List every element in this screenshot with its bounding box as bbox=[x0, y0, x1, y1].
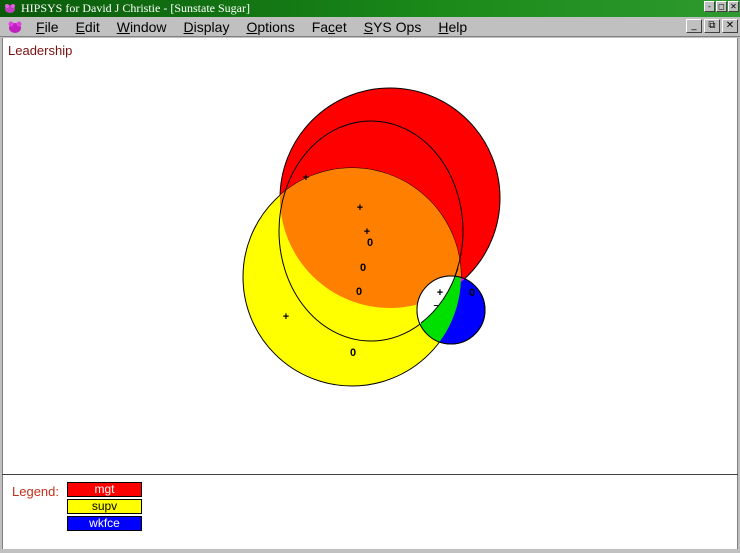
legend-item-supv: supv bbox=[67, 499, 142, 514]
menu-help[interactable]: Help bbox=[430, 19, 476, 35]
mark-overlap-zero-1: 0 bbox=[367, 237, 373, 249]
document-minimize-button[interactable]: _ bbox=[686, 19, 702, 33]
title-controls: - ◻ ✕ bbox=[704, 1, 739, 12]
title-bar[interactable]: HIPSYS for David J Christie - [Sunstate … bbox=[0, 0, 740, 17]
window-bottom-border bbox=[0, 549, 740, 553]
mark-overlap-zero-3: 0 bbox=[356, 286, 362, 298]
close-button[interactable]: ✕ bbox=[728, 1, 739, 12]
menu-window[interactable]: Window bbox=[109, 19, 176, 35]
menu-facet[interactable]: Facet bbox=[304, 19, 356, 35]
mark-overlap-zero-2: 0 bbox=[360, 262, 366, 274]
document-controls: _ ⧉ ✕ bbox=[686, 19, 738, 33]
menu-bar: File Edit Window Display Options Facet S… bbox=[0, 17, 740, 37]
document-close-button[interactable]: ✕ bbox=[722, 19, 738, 33]
menu-file[interactable]: File bbox=[28, 19, 68, 35]
mark-mgt-plus: + bbox=[303, 172, 309, 184]
app-window: HIPSYS for David J Christie - [Sunstate … bbox=[0, 0, 740, 553]
legend-label: Legend: bbox=[12, 484, 59, 499]
menu-sys-ops[interactable]: SYS Ops bbox=[356, 19, 431, 35]
mark-supv-zero: 0 bbox=[350, 347, 356, 359]
document-restore-button[interactable]: ⧉ bbox=[704, 19, 720, 33]
venn-diagram: + + + 0 0 0 + 0 + – 0 bbox=[242, 87, 501, 387]
menu-edit[interactable]: Edit bbox=[68, 19, 109, 35]
window-title: HIPSYS for David J Christie - [Sunstate … bbox=[21, 1, 250, 15]
menu-options[interactable]: Options bbox=[238, 19, 303, 35]
menu-display[interactable]: Display bbox=[176, 19, 239, 35]
legend-item-wkfce: wkfce bbox=[67, 516, 142, 531]
restore-button[interactable]: ◻ bbox=[716, 1, 727, 12]
mark-magenta-zero: 0 bbox=[469, 287, 475, 299]
mark-center-minus: – bbox=[433, 300, 438, 310]
legend-panel: Legend: mgt supv wkfce bbox=[2, 475, 738, 549]
mark-center-plus: + bbox=[437, 287, 443, 299]
legend-item-mgt: mgt bbox=[67, 482, 142, 497]
mark-supv-plus: + bbox=[283, 311, 289, 323]
diagram-area: Leadership + + + 0 0 0 + 0 + – 0 bbox=[2, 38, 738, 474]
mark-overlap-plus-1: + bbox=[357, 202, 363, 214]
minimize-button[interactable]: - bbox=[704, 1, 715, 12]
document-icon[interactable] bbox=[6, 19, 24, 35]
app-icon[interactable] bbox=[3, 2, 17, 15]
